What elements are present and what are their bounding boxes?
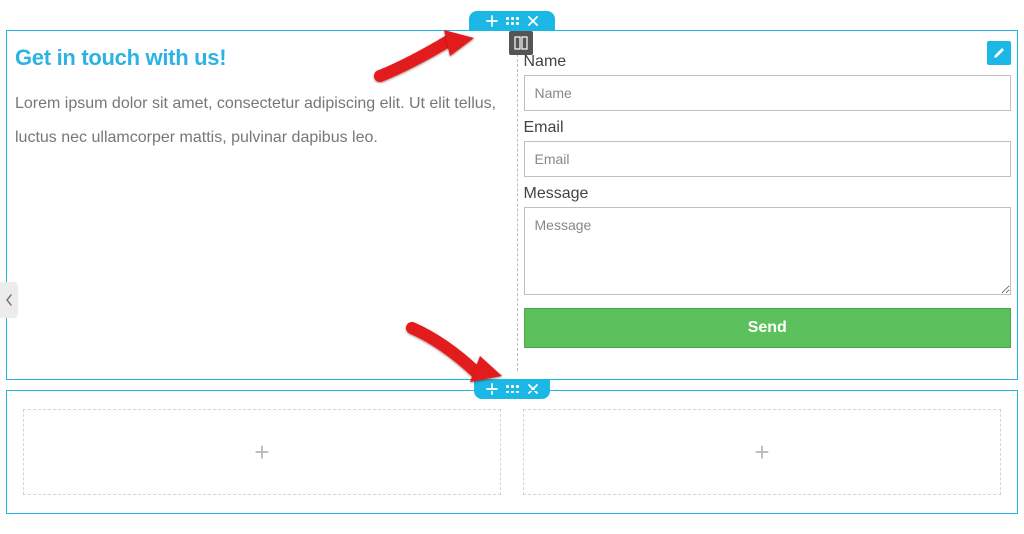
plus-icon: + (254, 437, 269, 468)
plus-icon: + (754, 437, 769, 468)
add-widget-placeholder[interactable]: + (23, 409, 501, 495)
paragraph: Lorem ipsum dolor sit amet, consectetur … (15, 87, 503, 154)
drag-handle-icon[interactable] (506, 17, 519, 25)
column-text[interactable]: Get in touch with us! Lorem ipsum dolor … (7, 31, 517, 379)
email-label: Email (524, 119, 1012, 137)
name-field[interactable] (524, 75, 1012, 111)
plus-icon[interactable] (486, 15, 498, 27)
send-button[interactable]: Send (524, 308, 1012, 348)
column-form[interactable]: Name Email Message Send (518, 31, 1018, 379)
add-widget-placeholder[interactable]: + (523, 409, 1001, 495)
heading: Get in touch with us! (15, 45, 503, 71)
section-contact[interactable]: Get in touch with us! Lorem ipsum dolor … (6, 30, 1018, 380)
name-label: Name (524, 53, 1012, 71)
section-empty[interactable]: + + (6, 390, 1018, 514)
sidebar-open-handle[interactable] (0, 282, 18, 318)
email-field[interactable] (524, 141, 1012, 177)
message-field[interactable] (524, 207, 1012, 295)
section-controls-top[interactable] (469, 11, 555, 31)
message-label: Message (524, 185, 1012, 203)
close-icon[interactable] (527, 15, 539, 27)
